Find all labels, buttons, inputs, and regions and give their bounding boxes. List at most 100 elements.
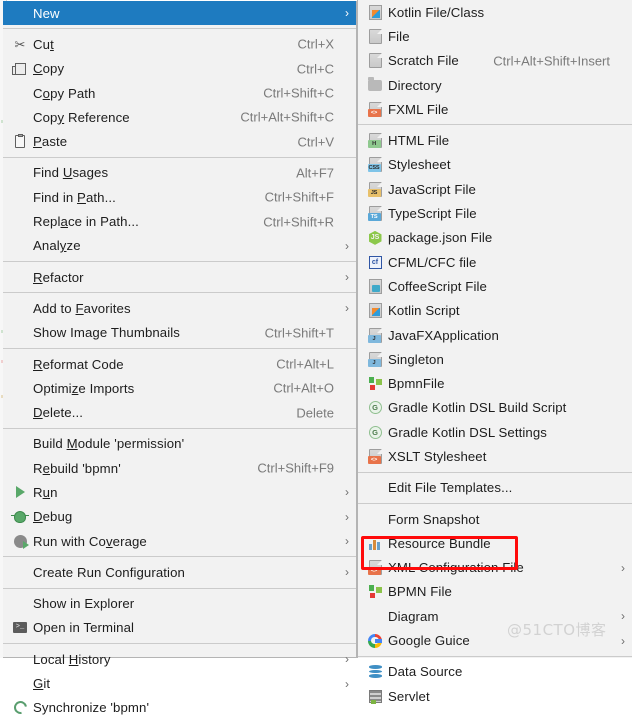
menu-separator	[3, 156, 356, 158]
menu-item-package-json-file[interactable]: JS package.json File	[358, 226, 632, 250]
menu-item-run[interactable]: Run ›	[3, 480, 356, 504]
chevron-right-icon: ›	[345, 6, 349, 21]
menu-item-label: Find Usages	[33, 165, 109, 181]
terminal-icon: >_	[9, 620, 31, 636]
menu-item-copy-reference[interactable]: Copy Reference Ctrl+Alt+Shift+C	[3, 105, 356, 129]
menu-item-bpmnfile[interactable]: BpmnFile	[358, 371, 632, 395]
menu-item-xml-configuration-file[interactable]: <> XML Configuration File ›	[358, 556, 632, 580]
menu-item-label: Create Run Configuration	[33, 564, 185, 580]
menu-item-paste[interactable]: Paste Ctrl+V	[3, 129, 356, 153]
menu-item-debug[interactable]: Debug ›	[3, 505, 356, 529]
menu-item-shortcut: Ctrl+Shift+F9	[257, 460, 334, 476]
css-file-icon: CSS	[364, 157, 386, 173]
menu-item-shortcut: Ctrl+Alt+L	[276, 356, 334, 372]
menu-item-optimize-imports[interactable]: Optimize Imports Ctrl+Alt+O	[3, 376, 356, 400]
menu-item-label: Scratch File	[388, 53, 459, 69]
java-file-icon: J	[364, 351, 386, 367]
fxml-file-icon: <>	[364, 101, 386, 117]
menu-item-stylesheet[interactable]: CSS Stylesheet	[358, 153, 632, 177]
menu-item-diagram[interactable]: Diagram ›	[358, 604, 632, 628]
menu-item-label: Run	[33, 484, 58, 500]
menu-item-copy[interactable]: Copy Ctrl+C	[3, 57, 356, 81]
menu-item-git[interactable]: Git ›	[3, 671, 356, 695]
menu-item-open-in-terminal[interactable]: >_ Open in Terminal	[3, 616, 356, 640]
menu-item-label: JavaScript File	[388, 181, 476, 197]
menu-item-shortcut: Ctrl+C	[296, 61, 334, 77]
cfml-icon: cf	[364, 254, 386, 270]
menu-item-gradle-kotlin-dsl-settings[interactable]: G Gradle Kotlin DSL Settings	[358, 420, 632, 444]
menu-item-analyze[interactable]: Analyze ›	[3, 234, 356, 258]
menu-item-shortcut: Ctrl+X	[297, 36, 334, 52]
no-icon	[9, 380, 31, 396]
menu-item-resource-bundle[interactable]: Resource Bundle	[358, 531, 632, 555]
menu-item-new[interactable]: New ›	[3, 1, 356, 26]
no-icon	[9, 436, 31, 452]
menu-item-shortcut: Ctrl+Shift+F	[264, 189, 334, 205]
menu-item-typescript-file[interactable]: TS TypeScript File	[358, 201, 632, 225]
menu-item-form-snapshot[interactable]: Form Snapshot	[358, 507, 632, 531]
menu-item-local-history[interactable]: Local History ›	[3, 647, 356, 671]
menu-item-html-file[interactable]: H HTML File	[358, 128, 632, 152]
menu-item-copy-path[interactable]: Copy Path Ctrl+Shift+C	[3, 81, 356, 105]
menu-item-cut[interactable]: ✂ Cut Ctrl+X	[3, 32, 356, 56]
bpmn-icon	[364, 376, 386, 392]
menu-item-fxml-file[interactable]: <> FXML File	[358, 97, 632, 121]
menu-item-kotlin-script[interactable]: Kotlin Script	[358, 299, 632, 323]
menu-item-bpmn-file[interactable]: BPMN File	[358, 580, 632, 604]
editor-context-menu[interactable]: New › ✂ Cut Ctrl+X Copy Ctrl+C Copy Path Ctrl+Sh…	[3, 1, 357, 717]
menu-item-delete[interactable]: Delete... Delete	[3, 400, 356, 424]
copy-icon	[9, 61, 31, 77]
menu-item-label: Debug	[33, 509, 73, 525]
menu-item-label: BpmnFile	[388, 376, 445, 392]
menu-item-label: New	[33, 5, 60, 21]
new-file-submenu[interactable]: Kotlin File/Class File Scratch File Ctrl+Al…	[357, 0, 632, 704]
menu-item-xslt-stylesheet[interactable]: <> XSLT Stylesheet	[358, 444, 632, 468]
menu-item-label: Optimize Imports	[33, 380, 135, 396]
no-icon	[9, 325, 31, 341]
menu-item-refactor[interactable]: Refactor ›	[3, 265, 356, 289]
menu-item-reformat-code[interactable]: Reformat Code Ctrl+Alt+L	[3, 352, 356, 376]
menu-separator	[3, 556, 356, 558]
menu-item-replace-in-path[interactable]: Replace in Path... Ctrl+Shift+R	[3, 209, 356, 233]
menu-item-synchronize-bpmn[interactable]: Synchronize 'bpmn'	[3, 696, 356, 720]
menu-item-show-in-explorer[interactable]: Show in Explorer	[3, 592, 356, 616]
menu-item-cfml-cfc-file[interactable]: cf CFML/CFC file	[358, 250, 632, 274]
menu-item-scratch-file[interactable]: Scratch File Ctrl+Alt+Shift+Insert	[358, 49, 632, 73]
no-icon	[9, 676, 31, 692]
menu-item-servlet[interactable]: Servlet	[358, 684, 632, 708]
menu-item-label: XML Configuration File	[388, 560, 524, 576]
no-icon	[9, 651, 31, 667]
menu-separator	[3, 587, 356, 589]
menu-item-label: CoffeeScript File	[388, 278, 487, 294]
chevron-right-icon: ›	[621, 560, 625, 575]
menu-item-rebuild-bpmn[interactable]: Rebuild 'bpmn' Ctrl+Shift+F9	[3, 456, 356, 480]
chevron-right-icon: ›	[345, 509, 349, 524]
menu-item-add-to-favorites[interactable]: Add to Favorites ›	[3, 296, 356, 320]
menu-item-shortcut: Ctrl+Alt+Shift+C	[240, 109, 334, 125]
menu-separator	[3, 292, 356, 294]
menu-item-label: Edit File Templates...	[388, 480, 513, 496]
menu-item-shortcut: Alt+F7	[296, 165, 334, 181]
menu-item-google-guice[interactable]: Google Guice ›	[358, 628, 632, 652]
menu-item-run-with-coverage[interactable]: Run with Coverage ›	[3, 529, 356, 553]
menu-item-edit-file-templates[interactable]: Edit File Templates...	[358, 476, 632, 500]
menu-item-data-source[interactable]: Data Source	[358, 660, 632, 684]
menu-item-label: Gradle Kotlin DSL Build Script	[388, 400, 567, 416]
menu-item-javafxapplication[interactable]: J JavaFXApplication	[358, 323, 632, 347]
menu-item-file[interactable]: File	[358, 24, 632, 48]
menu-item-label: Copy Path	[33, 85, 96, 101]
menu-item-directory[interactable]: Directory	[358, 73, 632, 97]
menu-item-find-in-path[interactable]: Find in Path... Ctrl+Shift+F	[3, 185, 356, 209]
no-icon	[364, 511, 386, 527]
menu-item-build-module-permission[interactable]: Build Module 'permission'	[3, 432, 356, 456]
menu-item-singleton[interactable]: J Singleton	[358, 347, 632, 371]
no-icon	[9, 85, 31, 101]
menu-item-kotlin-file-class[interactable]: Kotlin File/Class	[358, 0, 632, 24]
menu-item-javascript-file[interactable]: JS JavaScript File	[358, 177, 632, 201]
menu-item-coffeescript-file[interactable]: CoffeeScript File	[358, 274, 632, 298]
menu-item-label: CFML/CFC file	[388, 254, 477, 270]
menu-item-show-image-thumbnails[interactable]: Show Image Thumbnails Ctrl+Shift+T	[3, 321, 356, 345]
menu-item-gradle-kotlin-dsl-build-script[interactable]: G Gradle Kotlin DSL Build Script	[358, 396, 632, 420]
menu-item-create-run-configuration[interactable]: Create Run Configuration ›	[3, 560, 356, 584]
menu-item-find-usages[interactable]: Find Usages Alt+F7	[3, 161, 356, 185]
